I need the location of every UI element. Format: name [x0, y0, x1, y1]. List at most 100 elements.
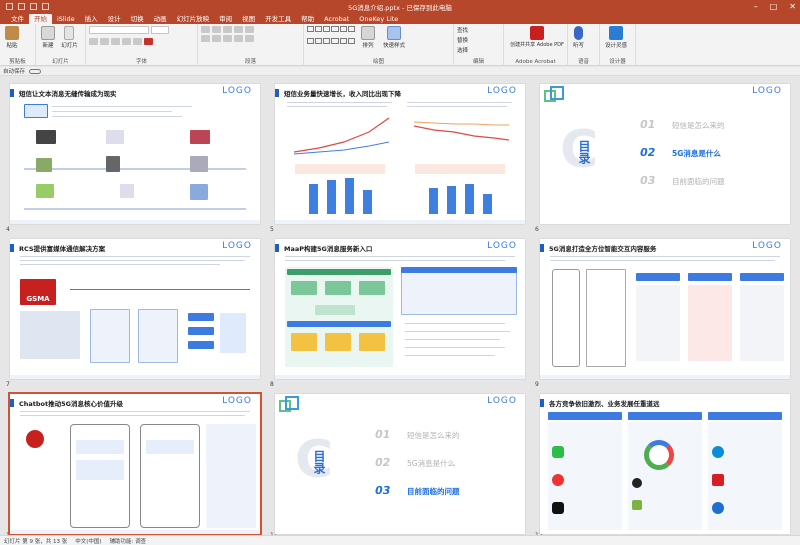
autosave-bar: 自动保存 [0, 67, 800, 76]
create-pdf-button[interactable]: 创建并共享 Adobe PDF [509, 26, 565, 48]
font-color-icon[interactable] [144, 38, 153, 45]
tab-review[interactable]: 审阅 [214, 14, 237, 24]
replace-button[interactable]: 替换 [457, 36, 500, 44]
china-mobile-icon [712, 446, 724, 458]
slide-number: 9 [535, 381, 539, 388]
underline-icon[interactable] [111, 38, 120, 45]
slide-number: 5 [270, 226, 274, 233]
tab-insert[interactable]: 插入 [80, 14, 103, 24]
wechat-icon [552, 446, 564, 458]
columns-icon[interactable] [245, 35, 254, 42]
align-center-icon[interactable] [212, 35, 221, 42]
numbering-icon[interactable] [212, 26, 221, 33]
slide-title: 短信业务量快速增长，收入同比出现下降 [284, 90, 401, 98]
align-right-icon[interactable] [223, 35, 232, 42]
dictate-button[interactable]: 听写 [573, 26, 584, 49]
toc-item: 短信是怎么来的 [672, 121, 725, 130]
decrease-indent-icon[interactable] [223, 26, 232, 33]
slide-number: 6 [535, 226, 539, 233]
bullets-icon[interactable] [201, 26, 210, 33]
line-spacing-icon[interactable] [245, 26, 254, 33]
donut-chart [644, 440, 674, 470]
tab-view[interactable]: 视图 [237, 14, 260, 24]
save-icon[interactable] [6, 3, 13, 10]
toc-number: 02 [373, 456, 392, 469]
group-designer: 设计灵感 设计器 [600, 24, 636, 66]
revenue-line-chart [413, 121, 510, 141]
toc-item-active: 目前面临的问题 [407, 487, 460, 496]
design-ideas-button[interactable]: 设计灵感 [605, 26, 627, 49]
tab-developer[interactable]: 开发工具 [260, 14, 296, 24]
group-clipboard: 粘贴 剪贴板 [0, 24, 36, 66]
slide-thumbnail-6[interactable]: LOGO C 目录 01 短信是怎么来的 02 5G消息是什么 03 目前面临的… [540, 84, 790, 224]
slide-thumbnail-7[interactable]: RCS提供富媒体通信解决方案 LOGO GSMA [10, 239, 260, 379]
slide-number: 8 [270, 381, 274, 388]
slide-count: 幻灯片 第 9 张，共 13 张 [4, 538, 68, 545]
logo: LOGO [222, 86, 252, 96]
select-button[interactable]: 选择 [457, 46, 500, 54]
strikethrough-icon[interactable] [122, 38, 131, 45]
group-acrobat: 创建并共享 Adobe PDF Adobe Acrobat [504, 24, 568, 66]
tab-acrobat[interactable]: Acrobat [319, 14, 354, 24]
redo-icon[interactable] [30, 3, 37, 10]
increase-indent-icon[interactable] [234, 26, 243, 33]
toc-heading: 目录 [577, 140, 591, 164]
tab-transitions[interactable]: 切换 [126, 14, 149, 24]
toc-number: 01 [638, 118, 657, 131]
slide-thumbnail-10[interactable]: Chatbot推动5G消息核心价值升级 LOGO [8, 392, 262, 536]
font-name-input[interactable] [89, 26, 149, 34]
logo: LOGO [487, 86, 517, 96]
slide-layout-button[interactable]: 幻灯片 [61, 26, 78, 49]
slide-thumbnail-12[interactable]: 各方竞争依旧激烈、业务发展任重道远 [540, 394, 790, 534]
slide-title: 5G消息打造全方位智能交互内容服务 [549, 245, 657, 253]
china-telecom-icon [712, 502, 724, 514]
italic-icon[interactable] [100, 38, 109, 45]
tab-onekey[interactable]: OneKey Lite [354, 14, 403, 24]
paste-button[interactable]: 粘贴 [5, 26, 19, 49]
android-icon [632, 500, 642, 510]
close-button[interactable]: ✕ [789, 2, 796, 11]
logo: LOGO [752, 86, 782, 96]
group-paragraph: 段落 [198, 24, 304, 66]
window-title: 5G消息介绍.pptx - 已保存到此电脑 [348, 3, 452, 12]
slide-thumbnail-5[interactable]: 短信业务量快速增长，收入同比出现下降 LOGO [275, 84, 525, 224]
tab-animations[interactable]: 动画 [149, 14, 172, 24]
find-button[interactable]: 查找 [457, 26, 500, 34]
logo: LOGO [222, 396, 252, 406]
new-slide-button[interactable]: 新建 [41, 26, 55, 49]
maximize-button[interactable]: □ [770, 2, 778, 11]
slide-thumbnail-8[interactable]: MaaP构建5G消息服务新入口 LOGO [275, 239, 525, 379]
tab-islide[interactable]: iSlide [52, 14, 80, 24]
slide-thumbnail-4[interactable]: 短信让文本消息无缝传输成为现实 LOGO [10, 84, 260, 224]
slide-title: 各方竞争依旧激烈、业务发展任重道远 [549, 400, 660, 408]
justify-icon[interactable] [234, 35, 243, 42]
minimize-button[interactable]: – [754, 2, 758, 11]
slide-sorter: 4 短信让文本消息无缝传输成为现实 LOGO 5 短信业务量快速增长，收入同比出… [0, 76, 800, 539]
tab-home[interactable]: 开始 [29, 14, 52, 24]
toc-number: 03 [638, 174, 657, 187]
slide-thumbnail-9[interactable]: 5G消息打造全方位智能交互内容服务 LOGO [540, 239, 790, 379]
group-drawing: 排列 快速样式 绘图 [304, 24, 454, 66]
customize-icon[interactable] [42, 3, 49, 10]
shapes-gallery[interactable] [307, 26, 355, 48]
align-left-icon[interactable] [201, 35, 210, 42]
undo-icon[interactable] [18, 3, 25, 10]
font-size-input[interactable] [151, 26, 169, 34]
tiktok-icon [552, 502, 564, 514]
logo: LOGO [487, 241, 517, 251]
autosave-toggle[interactable] [29, 68, 42, 74]
group-voice: 听写 语音 [568, 24, 600, 66]
group-slides: 新建 幻灯片 幻灯片 [36, 24, 86, 66]
toc-number: 01 [373, 428, 392, 441]
tab-file[interactable]: 文件 [6, 14, 29, 24]
tab-help[interactable]: 帮助 [296, 14, 319, 24]
toc-number: 03 [373, 484, 392, 497]
slide-thumbnail-11[interactable]: LOGO C 目录 01 短信是怎么来的 02 5G消息是什么 03 目前面临的… [275, 394, 525, 534]
accessibility-status[interactable]: 辅助功能: 调查 [110, 537, 147, 545]
language-status[interactable]: 中文(中国) [75, 537, 101, 545]
shadow-icon[interactable] [133, 38, 142, 45]
tab-design[interactable]: 设计 [103, 14, 126, 24]
bold-icon[interactable] [89, 38, 98, 45]
tab-slideshow[interactable]: 幻灯片放映 [172, 14, 215, 24]
ribbon: 粘贴 剪贴板 新建 幻灯片 幻灯片 字体 段落 排列 快速样式 绘图 查找 替换… [0, 24, 800, 66]
